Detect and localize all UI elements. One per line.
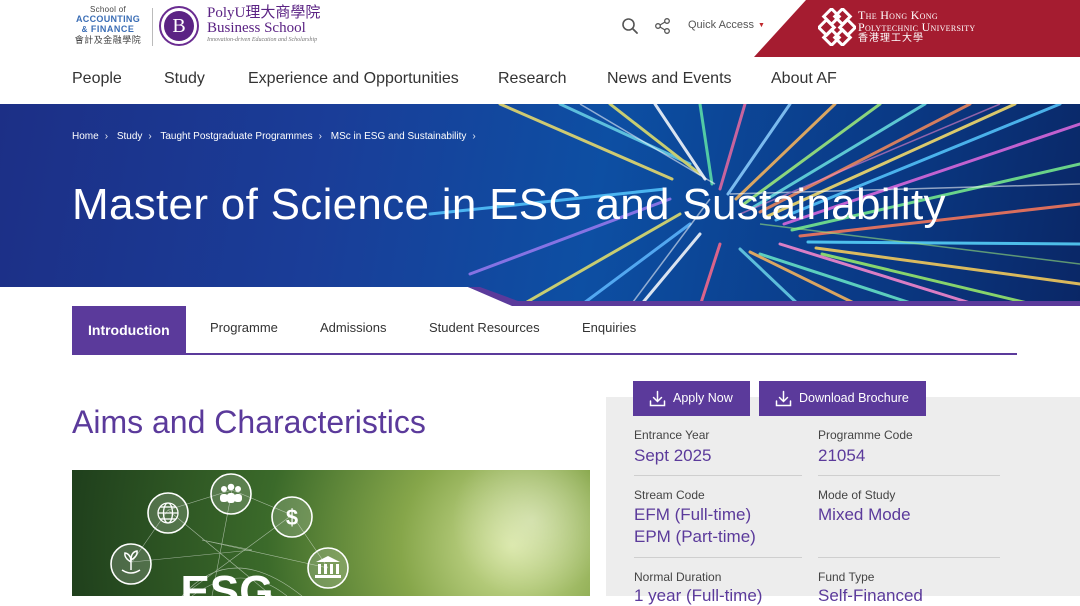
section-title: Aims and Characteristics [72, 404, 426, 440]
logo-text: 香港理工大學 [858, 33, 924, 44]
quick-access-label: Quick Access [688, 19, 755, 31]
normal-duration-value: 1 year (Full-time) [634, 586, 763, 605]
quick-access-menu[interactable]: Quick Access ▼ [688, 19, 765, 31]
tab-admissions[interactable]: Admissions [320, 306, 386, 353]
breadcrumb-home[interactable]: Home [72, 131, 99, 142]
divider [818, 475, 1000, 476]
entrance-year-value: Sept 2025 [634, 446, 712, 465]
stream-code-label: Stream Code [634, 488, 705, 502]
download-brochure-label: Download Brochure [799, 391, 909, 405]
nav-experience-opportunities[interactable]: Experience and Opportunities [248, 70, 459, 88]
caret-down-icon: ▼ [758, 22, 765, 29]
logo-text: School of [89, 5, 127, 14]
tab-programme[interactable]: Programme [210, 306, 278, 353]
normal-duration-label: Normal Duration [634, 570, 722, 584]
dollar-icon: $ [286, 505, 298, 530]
logo-text: Polytechnic University [858, 20, 976, 34]
chevron-right-icon: › [148, 131, 152, 142]
apply-now-button[interactable]: Apply Now [633, 381, 750, 416]
search-icon[interactable] [620, 16, 640, 36]
logo-text: & FINANCE [72, 25, 144, 34]
emblem-letter: B [164, 11, 194, 41]
download-brochure-button[interactable]: Download Brochure [759, 381, 926, 416]
divider [634, 557, 802, 558]
divider [634, 475, 802, 476]
breadcrumb: Home › Study › Taught Postgraduate Program… [72, 131, 482, 142]
logo-text: PolyU理大商學院 [207, 5, 321, 21]
business-school-emblem[interactable]: B [159, 6, 199, 46]
mode-of-study-label: Mode of Study [818, 488, 896, 502]
programme-code-value: 21054 [818, 446, 866, 465]
chevron-right-icon: › [104, 131, 109, 142]
breadcrumb-study[interactable]: Study [117, 131, 143, 142]
chevron-right-icon: › [472, 131, 476, 142]
logo-tagline: Innovation-driven Education and Scholars… [207, 37, 318, 43]
fund-type-label: Fund Type [818, 570, 875, 584]
site-header: School of ACCOUNTING & FINANCE 會計及金融學院 B… [0, 0, 1080, 104]
breadcrumb-taught-postgraduate[interactable]: Taught Postgraduate Programmes [160, 131, 312, 142]
nav-research[interactable]: Research [498, 70, 566, 88]
hero-banner: Home › Study › Taught Postgraduate Program… [0, 104, 1080, 306]
nav-about-af[interactable]: About AF [771, 70, 837, 88]
logo-divider [152, 8, 153, 46]
polyu-emblem [816, 6, 858, 48]
share-icon[interactable] [653, 16, 673, 36]
mode-of-study-value: Mixed Mode [818, 505, 911, 524]
apply-now-label: Apply Now [673, 391, 733, 405]
logo-text: 會計及金融學院 [74, 35, 142, 45]
nav-people[interactable]: People [72, 70, 122, 88]
download-icon [649, 390, 666, 407]
tab-enquiries[interactable]: Enquiries [582, 306, 636, 353]
fund-type-value: Self-Financed [818, 586, 923, 605]
logo-text: Business School [207, 20, 306, 36]
download-icon [775, 390, 792, 407]
entrance-year-label: Entrance Year [634, 428, 710, 442]
logo-amp: & [81, 25, 88, 34]
divider [818, 557, 1000, 558]
tab-student-resources[interactable]: Student Resources [429, 306, 540, 353]
nav-news-events[interactable]: News and Events [607, 70, 732, 88]
tab-introduction[interactable]: Introduction [72, 306, 186, 355]
esg-illustration: $ ESG [72, 470, 590, 596]
breadcrumb-current-programme[interactable]: MSc in ESG and Sustainability [331, 131, 467, 142]
stream-code-part-time: EPM (Part-time) [634, 527, 756, 546]
logo-text: ACCOUNTING [76, 14, 140, 24]
esg-text: ESG [181, 567, 274, 596]
chevron-right-icon: › [318, 131, 322, 142]
logo-text: FINANCE [90, 24, 135, 34]
stream-code-full-time: EFM (Full-time) [634, 505, 752, 524]
school-of-accounting-finance-logo[interactable]: School of ACCOUNTING & FINANCE 會計及金融學院 [72, 6, 144, 45]
nav-study[interactable]: Study [164, 70, 205, 88]
programme-tabs: Introduction Programme Admissions Studen… [72, 306, 1017, 355]
programme-code-label: Programme Code [818, 428, 913, 442]
hero-bottom-accent [0, 287, 1080, 307]
page-title: Master of Science in ESG and Sustainabil… [72, 180, 946, 229]
polyu-wordmark: The Hong Kong Polytechnic University 香港理… [858, 9, 975, 44]
business-school-logo[interactable]: PolyU理大商學院 Business School Innovation-dr… [207, 5, 321, 44]
